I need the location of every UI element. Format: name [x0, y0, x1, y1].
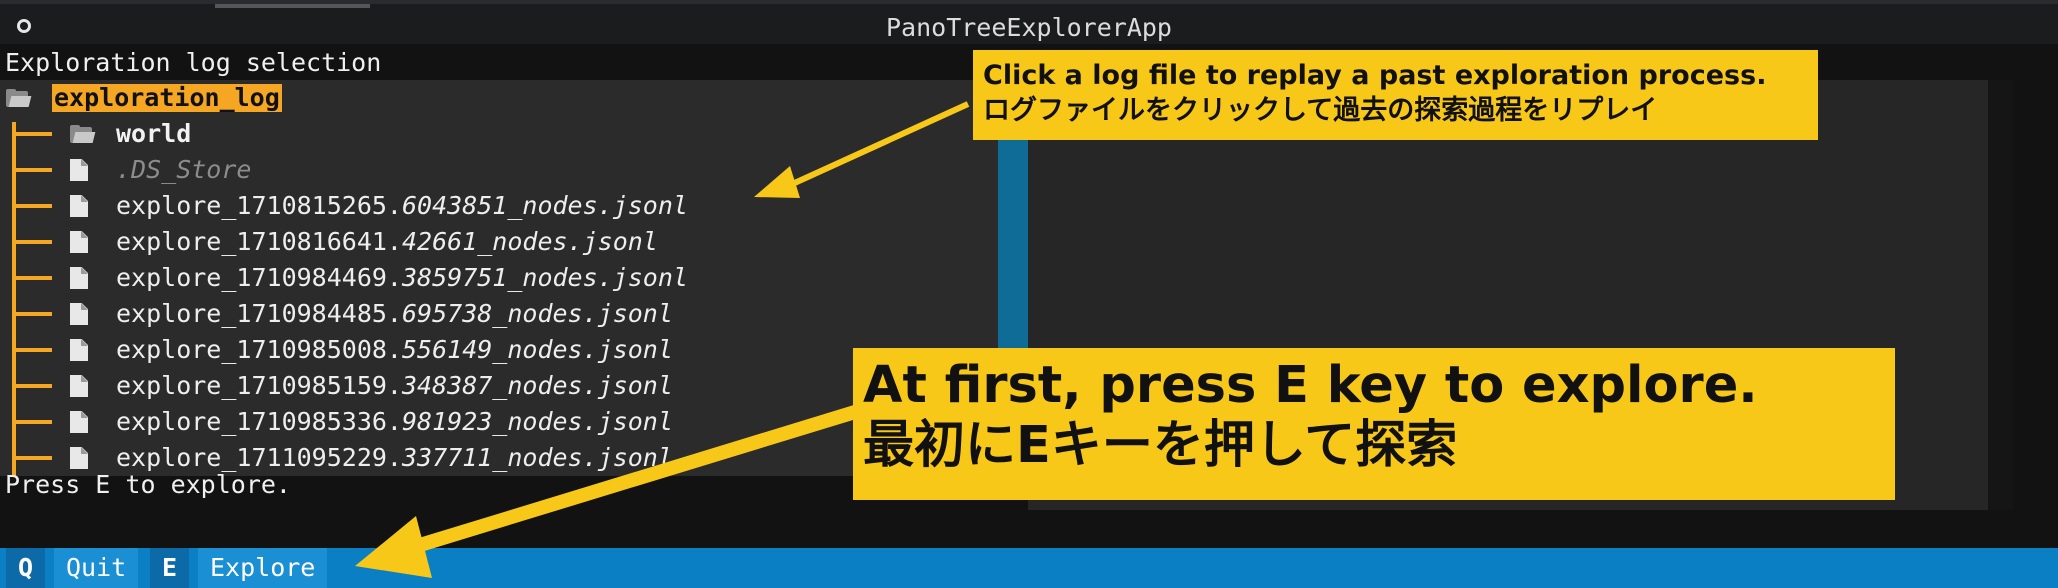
tree-file-label[interactable]: explore_1710985336.981923_nodes.jsonl [116, 404, 673, 440]
quit-key-badge[interactable]: Q [6, 548, 46, 588]
status-message: Press E to explore. [5, 470, 291, 499]
tree-file-row[interactable]: explore_1710985008.556149_nodes.jsonl [0, 332, 998, 368]
tree-folder-row[interactable]: world [0, 116, 998, 152]
tree-file-row[interactable]: explore_1710985336.981923_nodes.jsonl [0, 404, 998, 440]
file-icon [70, 159, 88, 181]
window-titlebar: PanoTreeExplorerApp [0, 0, 2058, 44]
tree-branch-line [12, 384, 52, 388]
annotation-bottom-callout: At first, press E key to explore. 最初にEキー… [853, 348, 1895, 500]
tree-folder-label[interactable]: world [116, 116, 191, 152]
quit-button[interactable]: Quit [54, 548, 139, 588]
annotation-top-callout: Click a log file to replay a past explor… [973, 50, 1818, 140]
explorer-view-scrollbar[interactable] [1988, 80, 2014, 510]
file-icon [70, 303, 88, 325]
folder-icon [70, 125, 96, 143]
tree-root-label[interactable]: exploration_log [52, 84, 282, 112]
tree-branch-line [12, 420, 52, 424]
annotation-bottom-line-en: At first, press E key to explore. [863, 356, 1758, 415]
file-icon [70, 447, 88, 469]
footer-keybar: Q Quit E Explore [0, 548, 2058, 588]
tree-branch-line [12, 204, 52, 208]
tree-branch-line [12, 132, 52, 136]
tree-file-label[interactable]: explore_1710985008.556149_nodes.jsonl [116, 332, 673, 368]
tree-file-label[interactable]: explore_1710984469.3859751_nodes.jsonl [116, 260, 688, 296]
tree-file-label[interactable]: explore_1710816641.42661_nodes.jsonl [116, 224, 658, 260]
tree-file-label[interactable]: explore_1710984485.695738_nodes.jsonl [116, 296, 673, 332]
tree-branch-line [12, 348, 52, 352]
tree-file-row[interactable]: explore_1710816641.42661_nodes.jsonl [0, 224, 998, 260]
tree-root-row[interactable]: exploration_log [0, 80, 998, 116]
explore-key-badge[interactable]: E [150, 548, 190, 588]
tree-file-row[interactable]: explore_1710985159.348387_nodes.jsonl [0, 368, 998, 404]
annotation-top-line-en: Click a log file to replay a past explor… [983, 60, 1767, 91]
file-icon [70, 411, 88, 433]
tree-branch-line [12, 312, 52, 316]
tree-file-row[interactable]: .DS_Store [0, 152, 998, 188]
tree-branch-line [12, 240, 52, 244]
tree-file-row[interactable]: explore_1710984469.3859751_nodes.jsonl [0, 260, 998, 296]
tree-branch-line [12, 456, 52, 460]
file-icon [70, 375, 88, 397]
explore-button[interactable]: Explore [198, 548, 328, 588]
tree-branch-line [12, 276, 52, 280]
tree-branch-line [12, 168, 52, 172]
annotation-top-line-ja: ログファイルをクリックして過去の探索過程をリプレイ [983, 95, 1658, 126]
tree-file-row[interactable]: explore_1710815265.6043851_nodes.jsonl [0, 188, 998, 224]
window-title: PanoTreeExplorerApp [886, 13, 1172, 42]
tree-file-label[interactable]: explore_1710815265.6043851_nodes.jsonl [116, 188, 688, 224]
folder-open-icon [6, 89, 32, 107]
file-tree[interactable]: exploration_log world .DS_Store explore_… [0, 80, 998, 476]
file-icon [70, 195, 88, 217]
panel-label: Exploration log selection [5, 48, 382, 77]
file-icon [70, 231, 88, 253]
file-icon [70, 339, 88, 361]
titlebar-accent [215, 4, 370, 8]
file-icon [70, 267, 88, 289]
tree-file-label[interactable]: .DS_Store [116, 152, 251, 188]
annotation-bottom-line-ja: 最初にEキーを押して探索 [863, 416, 1458, 475]
tree-file-label[interactable]: explore_1710985159.348387_nodes.jsonl [116, 368, 673, 404]
tree-file-row[interactable]: explore_1710984485.695738_nodes.jsonl [0, 296, 998, 332]
